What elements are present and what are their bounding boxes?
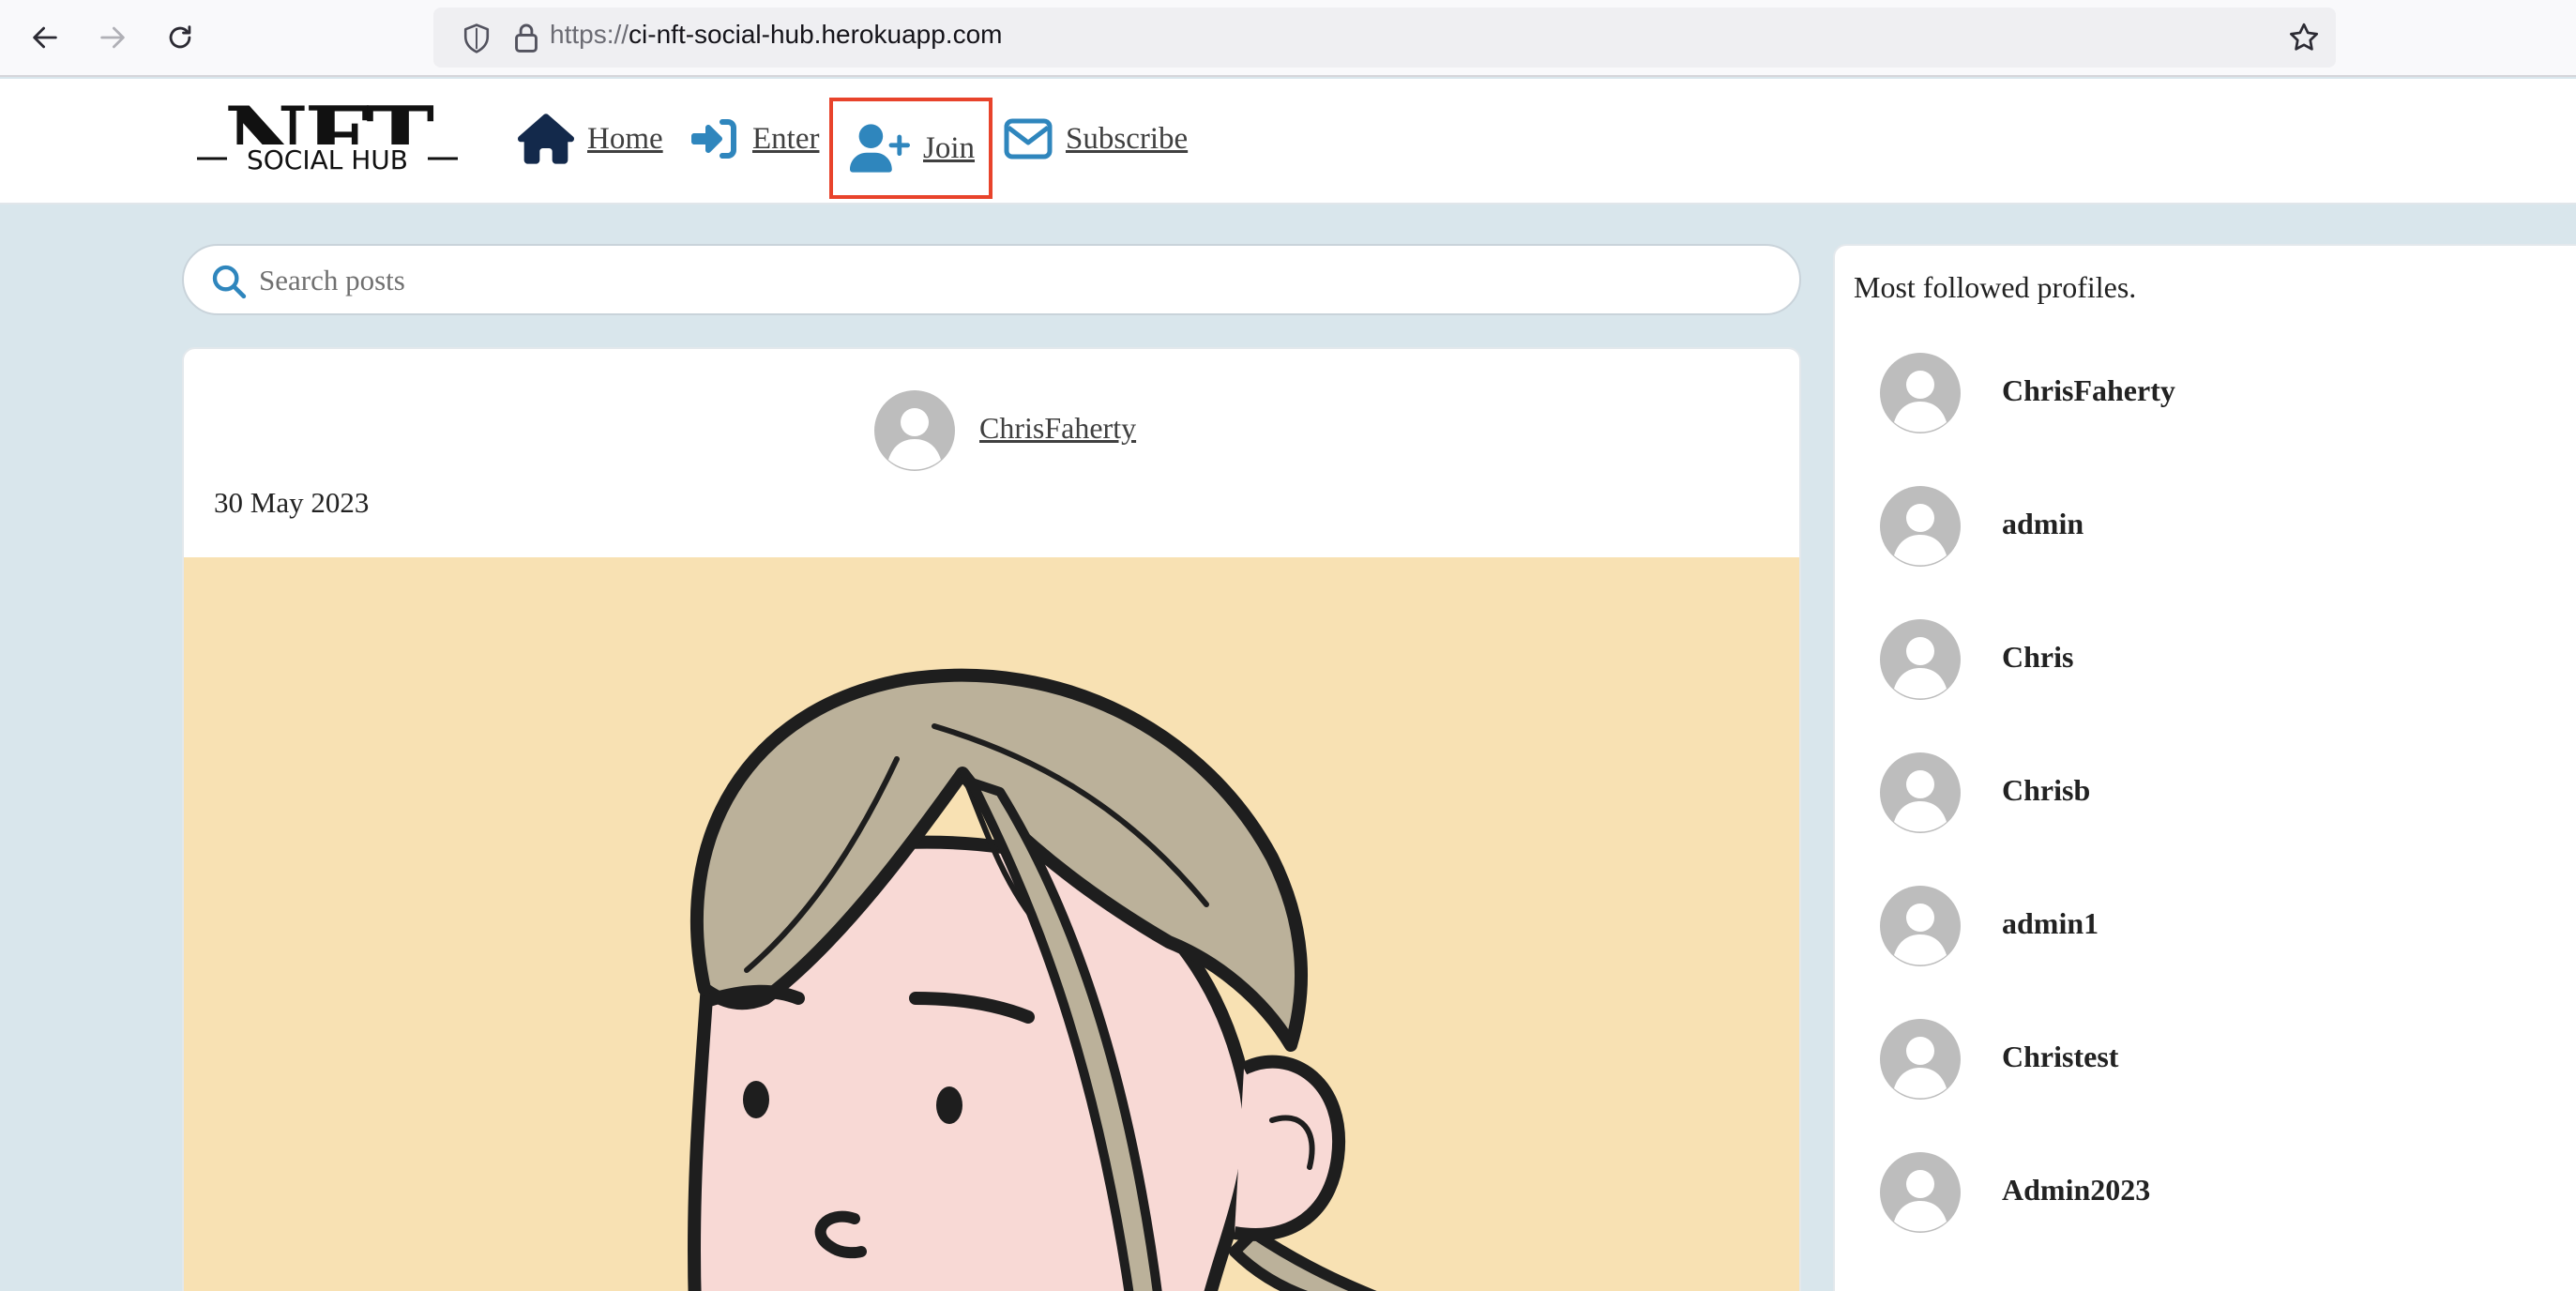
arrow-right-icon [100,26,125,49]
profile-avatar [1880,353,1961,433]
post-author-link[interactable]: ChrisFaherty [979,411,1136,446]
url-text: https://ci-nft-social-hub.herokuapp.com [550,20,1002,50]
profile-item[interactable]: Admin2023 [1880,1152,2537,1233]
profile-item[interactable]: Christest [1880,1019,2537,1100]
reload-icon [169,25,191,49]
profile-item[interactable]: admin [1880,486,2537,567]
post-image[interactable] [184,557,1799,1291]
lock-icon [515,23,538,53]
search-input[interactable] [259,255,1760,306]
search-bar [182,244,1801,315]
arrow-left-icon [33,26,57,49]
nav-home-label: Home [587,121,663,156]
logo-subtext: SOCIAL HUB [247,144,408,175]
url-scheme: https:// [550,20,629,49]
profile-name[interactable]: admin1 [2002,906,2099,941]
nav-subscribe-label: Subscribe [1066,121,1189,156]
profile-name[interactable]: ChrisFaherty [2002,373,2175,408]
user-plus-icon [850,124,910,173]
nav-join-label: Join [923,130,976,165]
nav-enter-link[interactable]: Enter [689,101,819,176]
profile-name[interactable]: admin [2002,507,2084,541]
forward-button[interactable] [92,17,133,58]
site-navbar: NFT SOCIAL HUB Home Enter Join Subscribe [0,79,2576,205]
search-icon [212,265,247,299]
shield-icon [463,23,490,53]
profile-avatar [1880,752,1961,833]
home-icon [518,114,574,164]
profile-item[interactable]: Chrisb [1880,752,2537,833]
profile-name[interactable]: Chrisb [2002,773,2090,808]
nav-join-link[interactable]: Join [829,98,993,199]
profile-item[interactable]: admin1 [1880,886,2537,966]
profile-avatar [1880,619,1961,700]
profile-name[interactable]: Chris [2002,640,2073,675]
envelope-icon [1004,118,1053,159]
address-bar[interactable]: https://ci-nft-social-hub.herokuapp.com [433,8,2336,68]
most-followed-sidebar: Most followed profiles. ChrisFaherty admi… [1833,244,2576,1291]
url-host: ci-nft-social-hub.herokuapp.com [629,20,1003,49]
browser-toolbar: https://ci-nft-social-hub.herokuapp.com [0,0,2576,77]
nav-subscribe-link[interactable]: Subscribe [1004,101,1188,176]
post-date: 30 May 2023 [214,486,370,519]
sign-in-icon [691,119,736,159]
bookmark-star-icon[interactable] [2287,21,2321,54]
profile-avatar [1880,1152,1961,1233]
nav-enter-label: Enter [752,121,820,156]
profile-avatar [1880,1019,1961,1100]
post-card: ChrisFaherty 30 May 2023 [182,347,1801,1291]
back-button[interactable] [24,17,66,58]
profile-avatar [1880,486,1961,567]
nft-avatar-illustration [687,668,1377,1291]
profile-name[interactable]: Christest [2002,1040,2118,1074]
profile-name[interactable]: Admin2023 [2002,1173,2150,1207]
author-avatar[interactable] [874,390,955,471]
nav-home-link[interactable]: Home [518,101,663,176]
nft-social-hub-logo[interactable]: NFT SOCIAL HUB [193,98,462,188]
profile-item[interactable]: Chris [1880,619,2537,700]
sidebar-title: Most followed profiles. [1854,270,2137,304]
profile-item[interactable]: ChrisFaherty [1880,353,2537,433]
reload-button[interactable] [159,17,201,58]
profile-avatar [1880,886,1961,966]
